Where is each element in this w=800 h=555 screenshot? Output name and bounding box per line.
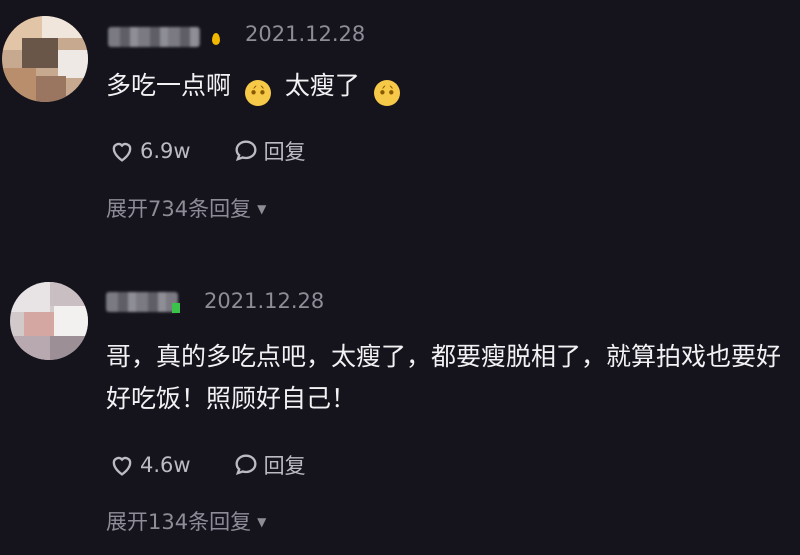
comment-item: 2021.12.28 多吃一点啊 •́•̀ 太瘦了 •́•̀ 6.9w 回复 展… [0, 0, 800, 260]
comment-actions: 6.9w 回复 [108, 136, 306, 166]
heart-icon [112, 142, 132, 162]
speech-bubble-icon [235, 140, 257, 162]
pleading-face-icon: •́•̀ [373, 80, 400, 106]
pleading-face-icon: •́•̀ [244, 80, 271, 106]
expand-replies-button[interactable]: 展开734条回复 ▼ [106, 193, 266, 223]
flame-badge-icon [212, 33, 220, 45]
expand-replies-button[interactable]: 展开134条回复 ▼ [106, 506, 266, 536]
reply-label: 回复 [263, 454, 306, 478]
comment-text: 多吃一点啊 •́•̀ 太瘦了 •́•̀ [106, 65, 796, 107]
reply-label: 回复 [263, 140, 306, 164]
caret-down-icon: ▼ [257, 202, 267, 216]
speech-bubble-icon [235, 454, 257, 476]
like-button[interactable]: 6.9w [108, 137, 191, 165]
expand-replies-label: 展开734条回复 [106, 197, 252, 221]
comment-item: 2021.12.28 哥，真的多吃点吧，太瘦了，都要瘦脱相了，就算拍戏也要好好吃… [0, 268, 800, 555]
comment-date: 2021.12.28 [245, 22, 366, 46]
comment-text-part: 太瘦了 [284, 71, 360, 100]
username-blurred[interactable] [106, 292, 178, 312]
comment-text: 哥，真的多吃点吧，太瘦了，都要瘦脱相了，就算拍戏也要好好吃饭！照顾好自己！ [106, 342, 782, 413]
username-blurred[interactable] [108, 27, 200, 47]
reply-button[interactable]: 回复 [232, 450, 306, 480]
like-button[interactable]: 4.6w [108, 451, 191, 479]
comment-date: 2021.12.28 [204, 289, 325, 313]
caret-down-icon: ▼ [257, 515, 267, 529]
comment-actions: 4.6w 回复 [108, 450, 306, 480]
like-count: 6.9w [140, 139, 191, 163]
comment-text-part: 多吃一点啊 [106, 71, 232, 100]
avatar[interactable] [2, 16, 88, 102]
reply-button[interactable]: 回复 [232, 136, 306, 166]
like-count: 4.6w [140, 453, 191, 477]
expand-replies-label: 展开134条回复 [106, 510, 252, 534]
heart-icon [112, 456, 132, 476]
avatar[interactable] [10, 282, 88, 360]
level-badge-icon [172, 303, 180, 313]
